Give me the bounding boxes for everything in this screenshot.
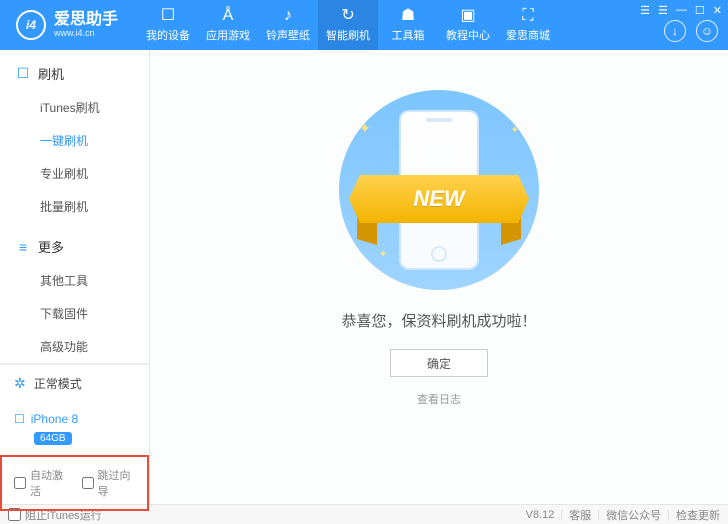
chk-label: 自动激活 [30,467,68,499]
sidebar-item-advanced[interactable]: 高级功能 [0,330,149,363]
title-bar: i4 爱思助手 www.i4.cn ☐ 我的设备 Å 应用游戏 ♪ 铃声壁纸 ↻ 智能刷… [0,0,728,50]
nav-label: 铃声壁纸 [266,27,310,43]
nav-apps[interactable]: Å 应用游戏 [198,0,258,50]
options-highlight: 自动激活 跳过向导 [0,455,149,511]
gear-icon: ✲ [14,375,26,392]
link-wechat[interactable]: 微信公众号 [606,507,661,523]
logo-icon: i4 [16,10,46,40]
chk-auto-activate[interactable]: 自动激活 [14,467,68,499]
flash-icon: ↻ [341,8,354,24]
success-panel: ✦ ✦ ✦ NEW 恭喜您，保资料刷机成功啦！ 确定 查看日志 [150,50,728,407]
separator: | [560,509,563,521]
toolbox-icon: ☗ [401,8,415,24]
sidebar-item-pro[interactable]: 专业刷机 [0,157,149,190]
section-flash: ☐ 刷机 [0,50,149,91]
menu1-icon[interactable]: ☰ [640,4,650,17]
nav-toolbox[interactable]: ☗ 工具箱 [378,0,438,50]
nav-label: 应用游戏 [206,27,250,43]
content: ✦ ✦ ✦ NEW 恭喜您，保资料刷机成功啦！ 确定 查看日志 [150,50,728,504]
section-more: ≡ 更多 [0,223,149,264]
sidebar-item-batch[interactable]: 批量刷机 [0,190,149,223]
nav-flash[interactable]: ↻ 智能刷机 [318,0,378,50]
download-icon[interactable]: ↓ [664,20,686,42]
nav-label: 我的设备 [146,27,190,43]
sidebar-bottom: ✲ 正常模式 ☐ iPhone 8 64GB 自动激活 跳过向导 [0,363,149,511]
status-right: V8.12 | 客服 | 微信公众号 | 检查更新 [526,507,720,523]
nav-label: 工具箱 [392,27,425,43]
brand-url: www.i4.cn [54,28,118,38]
new-ribbon: NEW [349,175,529,223]
illustration: ✦ ✦ ✦ NEW [329,90,549,290]
nav-label: 爱思商城 [506,27,550,43]
logo[interactable]: i4 爱思助手 www.i4.cn [8,10,118,40]
device-row[interactable]: ☐ iPhone 8 64GB [0,402,149,455]
success-message: 恭喜您，保资料刷机成功啦！ [341,310,536,331]
chk-label: 跳过向导 [98,467,136,499]
chk-skip-wizard[interactable]: 跳过向导 [82,467,136,499]
window-controls: ☰ ☰ — ☐ ✕ [640,4,722,17]
link-support[interactable]: 客服 [569,507,591,523]
device-name: iPhone 8 [31,412,78,426]
tutorial-icon: ▣ [460,8,475,24]
version-label: V8.12 [526,509,555,521]
nav-label: 智能刷机 [326,27,370,43]
nav-tutorials[interactable]: ▣ 教程中心 [438,0,498,50]
nav-store[interactable]: ⛶ 爱思商城 [498,0,558,50]
link-update[interactable]: 检查更新 [676,507,720,523]
header-side-icons: ↓ ☺ [664,20,718,42]
confirm-button[interactable]: 确定 [390,349,488,377]
checkbox[interactable] [14,477,26,489]
phone-icon: ☐ [16,65,30,82]
section-title: 更多 [38,237,64,256]
sidebar-item-itunes[interactable]: iTunes刷机 [0,91,149,124]
close-icon[interactable]: ✕ [713,4,722,17]
sidebar-item-oneclick[interactable]: 一键刷机 [0,124,149,157]
separator: | [667,509,670,521]
top-nav: ☐ 我的设备 Å 应用游戏 ♪ 铃声壁纸 ↻ 智能刷机 ☗ 工具箱 ▣ 教程中心 ⛶ 爱思商城 [138,0,558,50]
store-icon: ⛶ [522,8,533,24]
main: ☐ 刷机 iTunes刷机 一键刷机 专业刷机 批量刷机 ≡ 更多 其他工具 下… [0,50,728,504]
sidebar-item-firmware[interactable]: 下载固件 [0,297,149,330]
ringtone-icon: ♪ [284,8,292,24]
more-icon: ≡ [16,239,30,255]
sidebar-item-othertools[interactable]: 其他工具 [0,264,149,297]
mode-row[interactable]: ✲ 正常模式 [0,364,149,402]
minimize-icon[interactable]: — [676,4,687,17]
sidebar: ☐ 刷机 iTunes刷机 一键刷机 专业刷机 批量刷机 ≡ 更多 其他工具 下… [0,50,150,504]
section-title: 刷机 [38,64,64,83]
device-icon: ☐ [161,8,175,24]
nav-label: 教程中心 [446,27,490,43]
checkbox[interactable] [82,477,94,489]
phone-icon: ☐ [14,412,25,426]
logo-text: 爱思助手 www.i4.cn [54,12,118,38]
nav-my-device[interactable]: ☐ 我的设备 [138,0,198,50]
sparkle-icon: ✦ [379,249,387,260]
apps-icon: Å [223,8,234,24]
nav-ringtones[interactable]: ♪ 铃声壁纸 [258,0,318,50]
sparkle-icon: ✦ [511,125,519,136]
view-log-link[interactable]: 查看日志 [417,391,461,407]
mode-label: 正常模式 [34,375,82,392]
maximize-icon[interactable]: ☐ [695,4,705,17]
user-icon[interactable]: ☺ [696,20,718,42]
sparkle-icon: ✦ [359,120,371,137]
storage-badge: 64GB [34,432,72,445]
menu2-icon[interactable]: ☰ [658,4,668,17]
separator: | [597,509,600,521]
brand-name: 爱思助手 [54,12,118,28]
